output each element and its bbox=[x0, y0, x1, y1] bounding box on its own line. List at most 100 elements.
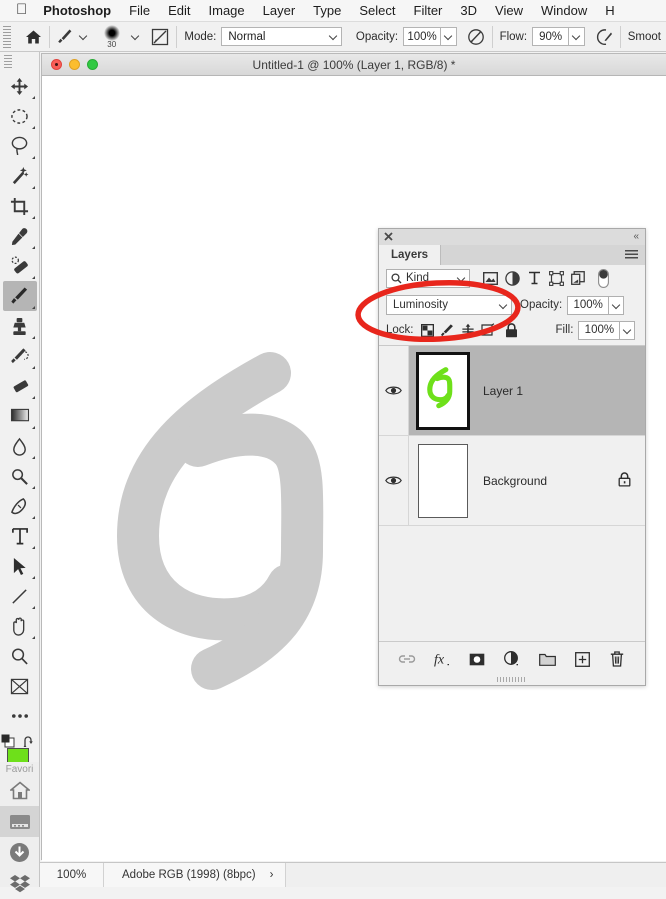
blend-mode-dropdown[interactable]: Luminosity bbox=[386, 295, 512, 315]
table-row[interactable]: Background bbox=[379, 436, 645, 526]
type-tool[interactable] bbox=[3, 521, 37, 551]
filter-type-button[interactable] bbox=[523, 268, 545, 288]
layer-style-button[interactable]: fx bbox=[433, 650, 451, 668]
dodge-tool-submenu-indicator[interactable] bbox=[31, 486, 35, 489]
path-selection-tool[interactable] bbox=[3, 551, 37, 581]
brush-tool[interactable] bbox=[2, 281, 37, 311]
collapse-panel-icon[interactable]: « bbox=[633, 232, 639, 242]
layer-name[interactable]: Layer 1 bbox=[477, 384, 645, 398]
toolbar-grip[interactable] bbox=[4, 55, 12, 69]
dock-item-window[interactable] bbox=[0, 806, 39, 837]
link-layers-button[interactable] bbox=[398, 650, 416, 668]
menu-item-layer[interactable]: Layer bbox=[263, 3, 296, 18]
fill-stepper[interactable] bbox=[620, 320, 636, 340]
close-icon[interactable] bbox=[384, 232, 393, 241]
eraser-tool[interactable] bbox=[3, 371, 37, 401]
filter-adjustment-button[interactable] bbox=[501, 268, 523, 288]
status-expand-arrow[interactable]: › bbox=[270, 869, 274, 881]
document-title-bar[interactable]: Untitled-1 @ 100% (Layer 1, RGB/8) * bbox=[42, 54, 666, 76]
brush-size-chevron-icon[interactable] bbox=[131, 32, 140, 41]
edit-toolbar-button[interactable] bbox=[3, 701, 37, 731]
layer-thumbnail-wrap[interactable] bbox=[409, 351, 477, 430]
lock-artboard-nesting-button[interactable] bbox=[478, 321, 498, 339]
lock-position-button[interactable] bbox=[458, 321, 478, 339]
new-adjustment-layer-button[interactable] bbox=[503, 650, 521, 668]
pen-tool[interactable] bbox=[3, 491, 37, 521]
opacity-input[interactable]: 100% bbox=[403, 27, 442, 46]
menu-item-help[interactable]: H bbox=[605, 3, 614, 18]
resize-grip[interactable] bbox=[379, 677, 645, 682]
gradient-tool-submenu-indicator[interactable] bbox=[31, 426, 35, 429]
move-tool[interactable] bbox=[3, 71, 37, 101]
history-brush-tool[interactable] bbox=[3, 341, 37, 371]
menu-item-photoshop[interactable]: Photoshop bbox=[43, 3, 111, 18]
options-bar-grip[interactable] bbox=[3, 25, 11, 48]
hand-tool-submenu-indicator[interactable] bbox=[31, 636, 35, 639]
add-layer-mask-button[interactable] bbox=[468, 650, 486, 668]
menu-item-window[interactable]: Window bbox=[541, 3, 587, 18]
quick-selection-tool[interactable] bbox=[3, 161, 37, 191]
crop-tool[interactable] bbox=[3, 191, 37, 221]
table-row[interactable]: Layer 1 bbox=[379, 346, 645, 436]
filter-shape-button[interactable] bbox=[545, 268, 567, 288]
marquee-tool[interactable] bbox=[3, 101, 37, 131]
menu-item-image[interactable]: Image bbox=[209, 3, 245, 18]
gradient-tool[interactable] bbox=[3, 401, 37, 431]
dock-item-home[interactable] bbox=[0, 775, 39, 806]
frame-tool[interactable] bbox=[3, 671, 37, 701]
zoom-level[interactable]: 100% bbox=[40, 863, 104, 887]
filter-kind-dropdown[interactable]: Kind bbox=[386, 268, 470, 288]
new-layer-button[interactable] bbox=[573, 650, 591, 668]
crop-tool-submenu-indicator[interactable] bbox=[31, 216, 35, 219]
layer-name[interactable]: Background bbox=[477, 474, 618, 488]
history-brush-tool-submenu-indicator[interactable] bbox=[31, 366, 35, 369]
zoom-tool[interactable] bbox=[3, 641, 37, 671]
pen-tool-submenu-indicator[interactable] bbox=[31, 516, 35, 519]
quick-selection-tool-submenu-indicator[interactable] bbox=[31, 186, 35, 189]
lock-image-pixels-button[interactable] bbox=[438, 321, 458, 339]
flow-stepper[interactable] bbox=[569, 27, 585, 46]
blur-tool-submenu-indicator[interactable] bbox=[31, 456, 35, 459]
menu-item-3d[interactable]: 3D bbox=[460, 3, 477, 18]
toggle-brush-panel-button[interactable] bbox=[151, 28, 169, 46]
panel-menu-icon[interactable] bbox=[625, 250, 638, 260]
menu-item-edit[interactable]: Edit bbox=[168, 3, 190, 18]
move-tool-submenu-indicator[interactable] bbox=[31, 96, 35, 99]
filter-smartobject-button[interactable] bbox=[567, 268, 589, 288]
layer-visibility-toggle[interactable] bbox=[379, 436, 409, 525]
dodge-tool[interactable] bbox=[3, 461, 37, 491]
lock-transparent-pixels-button[interactable] bbox=[418, 321, 438, 339]
layer-visibility-toggle[interactable] bbox=[379, 346, 409, 435]
lasso-tool-submenu-indicator[interactable] bbox=[31, 156, 35, 159]
brush-tool-submenu-indicator[interactable] bbox=[31, 306, 35, 309]
document-info[interactable]: Adobe RGB (1998) (8bpc) › bbox=[104, 863, 287, 887]
menu-item-select[interactable]: Select bbox=[359, 3, 395, 18]
pressure-opacity-toggle[interactable] bbox=[467, 28, 485, 46]
brush-preset-picker[interactable] bbox=[57, 28, 88, 46]
line-tool[interactable] bbox=[3, 581, 37, 611]
layer-list[interactable]: Layer 1 Background bbox=[379, 345, 645, 643]
spot-healing-brush-tool-submenu-indicator[interactable] bbox=[31, 276, 35, 279]
fill-input[interactable]: 100% bbox=[578, 320, 621, 340]
menu-item-type[interactable]: Type bbox=[313, 3, 341, 18]
layer-thumbnail-wrap[interactable] bbox=[409, 443, 477, 518]
line-tool-submenu-indicator[interactable] bbox=[31, 606, 35, 609]
new-group-button[interactable] bbox=[538, 650, 556, 668]
menu-item-file[interactable]: File bbox=[129, 3, 150, 18]
dock-item-downloads[interactable] bbox=[0, 837, 39, 868]
layer-opacity-stepper[interactable] bbox=[609, 295, 625, 315]
tab-layers[interactable]: Layers bbox=[379, 245, 442, 265]
brush-size-preview[interactable]: 30 bbox=[100, 24, 124, 49]
clone-stamp-tool[interactable] bbox=[3, 311, 37, 341]
eyedropper-tool-submenu-indicator[interactable] bbox=[31, 246, 35, 249]
apple-icon[interactable]:  bbox=[16, 2, 27, 17]
eyedropper-tool[interactable] bbox=[3, 221, 37, 251]
dock-item-dropbox[interactable] bbox=[0, 868, 39, 899]
layer-opacity-input[interactable]: 100% bbox=[567, 295, 610, 315]
spot-healing-brush-tool[interactable] bbox=[3, 251, 37, 281]
type-tool-submenu-indicator[interactable] bbox=[31, 546, 35, 549]
marquee-tool-submenu-indicator[interactable] bbox=[31, 126, 35, 129]
path-selection-tool-submenu-indicator[interactable] bbox=[31, 576, 35, 579]
filter-toggle-switch[interactable] bbox=[592, 268, 614, 288]
blend-mode-select[interactable]: Normal bbox=[221, 27, 342, 46]
